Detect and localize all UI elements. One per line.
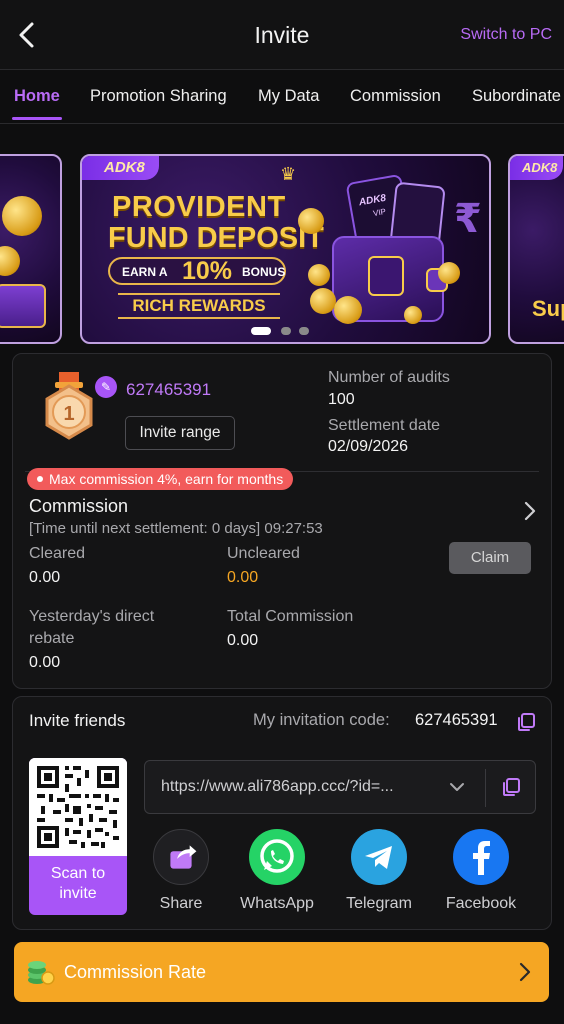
uncleared-value: 0.00 bbox=[227, 569, 259, 586]
facebook-icon[interactable] bbox=[453, 829, 509, 885]
user-id: 627465391 bbox=[126, 380, 212, 399]
commission-rate-label: Commission Rate bbox=[64, 962, 207, 982]
coin-icon bbox=[404, 306, 422, 324]
invite-link-field[interactable]: https://www.ali786app.ccc/?id=... bbox=[144, 760, 536, 814]
coin-icon bbox=[298, 208, 324, 234]
invite-friends-card: Invite friends My invitation code: 62746… bbox=[12, 696, 552, 930]
chevron-right-icon bbox=[519, 962, 531, 982]
banner-earn-text: EARN A bbox=[122, 265, 168, 279]
rupee-icon: ₹ bbox=[454, 197, 482, 241]
yesterday-rebate-label-cont: rebate bbox=[29, 630, 75, 647]
tab-commission[interactable]: Commission bbox=[350, 87, 441, 106]
share-icon[interactable] bbox=[153, 829, 209, 885]
invite-range-button[interactable]: Invite range bbox=[125, 416, 235, 450]
settlement-countdown: [Time until next settlement: 0 days] 09:… bbox=[29, 520, 323, 537]
link-field-divider bbox=[485, 769, 486, 807]
banner-bonus-text: BONUS bbox=[242, 265, 286, 279]
commission-title[interactable]: Commission bbox=[29, 496, 128, 517]
coin-icon bbox=[0, 246, 20, 276]
scan-to-invite-line-2: invite bbox=[59, 885, 97, 902]
telegram-label: Telegram bbox=[346, 895, 412, 912]
tab-my-data[interactable]: My Data bbox=[258, 87, 319, 106]
chevron-down-icon[interactable] bbox=[449, 781, 465, 793]
banner-headline-1: PROVIDENT bbox=[112, 191, 286, 223]
gift-box-icon bbox=[0, 284, 46, 328]
settlement-date-value: 02/09/2026 bbox=[328, 438, 409, 455]
coin-stack-icon bbox=[28, 961, 55, 985]
commission-rate-button[interactable]: Commission Rate bbox=[14, 942, 549, 1002]
banner-slide-next[interactable]: ADK8 Sup bbox=[508, 154, 564, 344]
yesterday-rebate-value: 0.00 bbox=[29, 654, 61, 671]
coin-icon bbox=[2, 196, 42, 236]
top-header: Invite Switch to PC bbox=[0, 0, 564, 70]
cleared-value: 0.00 bbox=[29, 569, 61, 586]
coin-icon bbox=[310, 288, 336, 314]
commission-card: 1 ✎ 627465391 Invite range Number of aud… bbox=[12, 353, 552, 689]
yesterday-rebate-label: Yesterday's direct bbox=[29, 608, 155, 625]
facebook-label: Facebook bbox=[445, 895, 517, 912]
qr-code-block[interactable]: Scan to invite bbox=[29, 758, 127, 915]
carousel-dot-active[interactable] bbox=[251, 327, 271, 335]
qr-code bbox=[29, 758, 127, 856]
claim-button[interactable]: Claim bbox=[449, 542, 531, 574]
cleared-label: Cleared bbox=[29, 545, 86, 562]
banner-slide-active[interactable]: ADK8 PROVIDENT FUND DEPOSIT EARN A 10% B… bbox=[80, 154, 491, 344]
settlement-date-label: Settlement date bbox=[328, 417, 441, 434]
banner-percent: 10% bbox=[182, 257, 233, 285]
edit-pencil-icon[interactable]: ✎ bbox=[95, 376, 117, 398]
banner-headline-2: FUND DEPOSIT bbox=[108, 222, 324, 254]
switch-to-pc-link[interactable]: Switch to PC bbox=[460, 26, 552, 44]
invite-friends-title: Invite friends bbox=[29, 711, 126, 730]
crown-icon: ♛ bbox=[280, 164, 297, 184]
coin-icon bbox=[438, 262, 460, 284]
medal-rank-number: 1 bbox=[63, 403, 74, 425]
promo-carousel[interactable]: ADK8 PROVIDENT FUND DEPOSIT EARN A 10% B… bbox=[0, 152, 564, 344]
invitation-code-label: My invitation code: bbox=[253, 711, 390, 729]
scan-to-invite-line-1: Scan to bbox=[50, 865, 106, 882]
carousel-dot[interactable] bbox=[299, 327, 309, 335]
banner-earn-pill: EARN A 10% BONUS bbox=[108, 257, 286, 285]
shield-icon bbox=[368, 256, 404, 296]
share-label: Share bbox=[159, 895, 203, 912]
uncleared-label: Uncleared bbox=[227, 545, 300, 562]
banner-slide-previous[interactable] bbox=[0, 154, 62, 344]
scan-to-invite-label: Scan to invite bbox=[29, 864, 127, 904]
whatsapp-label: WhatsApp bbox=[240, 895, 314, 912]
audits-label: Number of audits bbox=[328, 369, 450, 386]
audits-value: 100 bbox=[328, 391, 355, 408]
total-commission-label: Total Commission bbox=[227, 608, 354, 625]
medal-rank-icon: 1 bbox=[45, 372, 93, 440]
banner-rich-rewards: RICH REWARDS bbox=[118, 293, 280, 319]
carousel-dot[interactable] bbox=[281, 327, 291, 335]
tab-promotion-sharing[interactable]: Promotion Sharing bbox=[90, 87, 227, 106]
whatsapp-icon[interactable] bbox=[249, 829, 305, 885]
invite-link-text: https://www.ali786app.ccc/?id=... bbox=[161, 778, 394, 795]
max-commission-badge: Max commission 4%, earn for months bbox=[27, 468, 294, 490]
coin-icon bbox=[308, 264, 330, 286]
tab-subordinate[interactable]: Subordinate bbox=[472, 87, 561, 106]
tab-bar: Home Promotion Sharing My Data Commissio… bbox=[0, 70, 564, 124]
copy-code-icon[interactable] bbox=[516, 712, 536, 732]
coin-icon bbox=[334, 296, 362, 324]
copy-link-icon[interactable] bbox=[501, 777, 521, 797]
active-tab-indicator bbox=[12, 117, 62, 120]
banner-next-text: Sup bbox=[532, 296, 564, 321]
telegram-icon[interactable] bbox=[351, 829, 407, 885]
brand-logo: ADK8 bbox=[510, 156, 564, 180]
tab-home[interactable]: Home bbox=[14, 87, 60, 106]
chevron-right-icon[interactable] bbox=[523, 500, 537, 522]
invitation-code-value: 627465391 bbox=[415, 711, 498, 729]
brand-logo: ADK8 bbox=[82, 156, 159, 180]
total-commission-value: 0.00 bbox=[227, 632, 259, 649]
